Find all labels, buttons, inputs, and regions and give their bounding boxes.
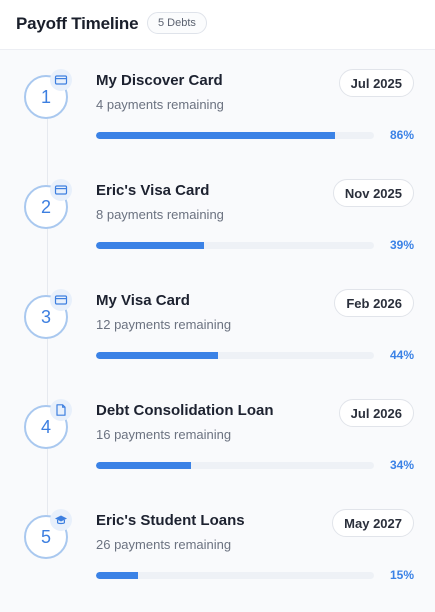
- progress-percent: 15%: [389, 568, 414, 582]
- debt-name: My Discover Card: [96, 72, 223, 89]
- timeline-item-my-visa-card[interactable]: 3 My Visa Card 12 payments remaining Feb…: [0, 270, 435, 380]
- progress-bar-fill: [96, 132, 336, 139]
- credit-card-icon: [50, 179, 72, 201]
- progress-percent: 44%: [389, 348, 414, 362]
- page-title: Payoff Timeline: [16, 14, 139, 33]
- debt-name: Debt Consolidation Loan: [96, 402, 274, 419]
- progress-bar: [96, 462, 374, 469]
- payments-remaining: 8 payments remaining: [96, 207, 224, 222]
- payments-remaining: 26 payments remaining: [96, 537, 232, 552]
- payments-remaining: 12 payments remaining: [96, 317, 232, 332]
- payments-remaining: 16 payments remaining: [96, 427, 232, 442]
- timeline-item-debt-consolidation-loan[interactable]: 4 Debt Consolidation Loan 16 payments re…: [0, 380, 435, 490]
- debt-count-badge: 5 Debts: [147, 12, 207, 34]
- payoff-date-badge: Jul 2026: [338, 399, 414, 427]
- credit-card-icon: [50, 289, 72, 311]
- timeline-item-erics-student-loans[interactable]: 5 Eric's Student Loans 26 payments remai…: [0, 490, 435, 600]
- progress-bar-fill: [96, 572, 138, 579]
- progress-bar: [96, 352, 374, 359]
- progress-bar: [96, 572, 374, 579]
- progress-bar-fill: [96, 242, 205, 249]
- progress-bar-fill: [96, 352, 219, 359]
- credit-card-icon: [50, 69, 72, 91]
- debt-name: My Visa Card: [96, 292, 190, 309]
- payoff-date-badge: Feb 2026: [334, 289, 414, 317]
- progress-bar: [96, 132, 374, 139]
- progress-bar: [96, 242, 374, 249]
- payoff-date-badge: Jul 2025: [338, 69, 414, 97]
- payments-remaining: 4 payments remaining: [96, 97, 224, 112]
- payoff-date-badge: May 2027: [332, 509, 414, 537]
- document-icon: [50, 399, 72, 421]
- graduation-cap-icon: [50, 509, 72, 531]
- progress-percent: 34%: [389, 458, 414, 472]
- progress-percent: 39%: [389, 238, 414, 252]
- timeline-item-erics-visa-card[interactable]: 2 Eric's Visa Card 8 payments remaining …: [0, 160, 435, 270]
- payoff-date-badge: Nov 2025: [332, 179, 414, 207]
- header: Payoff Timeline 5 Debts: [0, 0, 435, 50]
- debt-name: Eric's Visa Card: [96, 182, 210, 199]
- progress-bar-fill: [96, 462, 191, 469]
- timeline-item-my-discover-card[interactable]: 1 My Discover Card 4 payments remaining …: [0, 50, 435, 160]
- progress-percent: 86%: [389, 128, 414, 142]
- debt-name: Eric's Student Loans: [96, 512, 245, 529]
